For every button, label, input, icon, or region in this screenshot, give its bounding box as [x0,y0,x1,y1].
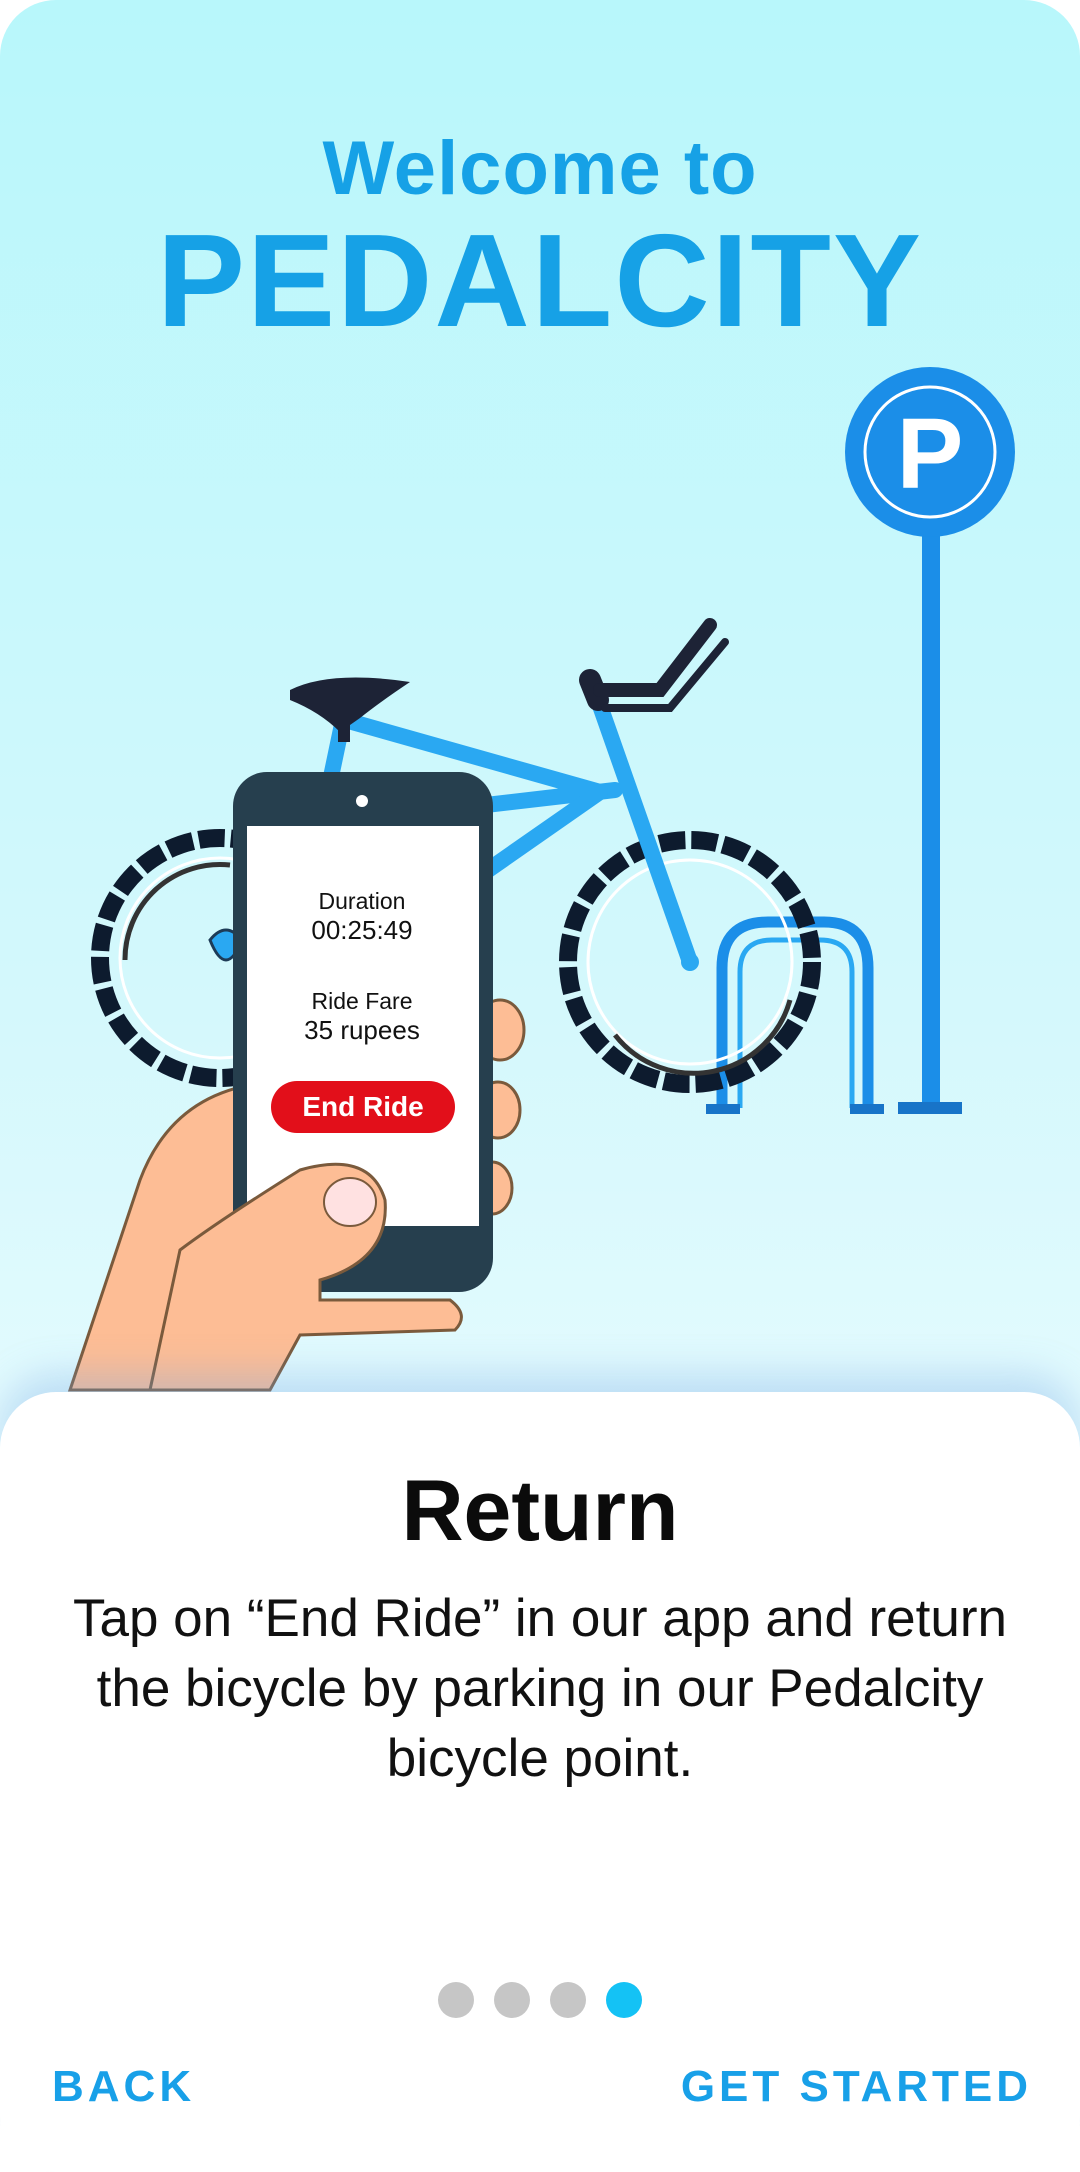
parking-sign-letter: P [897,398,964,510]
hero-section: Welcome to PEDALCITY P Duration 00:25:49… [0,0,1080,1400]
page-dot-1[interactable] [438,1982,474,2018]
page-dot-4-active[interactable] [606,1982,642,2018]
fare-label: Ride Fare [311,988,413,1014]
bike-handlebar [579,618,729,712]
back-button[interactable]: BACK [52,2062,195,2112]
fare-value: 35 rupees [304,1015,420,1045]
step-title: Return [401,1463,679,1559]
step-description: Tap on “End Ride” in our app and return … [73,1589,1007,1788]
duration-value: 00:25:49 [311,915,413,945]
end-ride-illustration-button: End Ride [271,1081,455,1133]
page-dot-3[interactable] [550,1982,586,2018]
duration-label: Duration [318,888,406,914]
get-started-button[interactable]: GET STARTED [681,2062,1032,2112]
fare-block: Ride Fare 35 rupees [242,988,482,1046]
onboarding-screen: Welcome to PEDALCITY P Duration 00:25:49… [0,0,1080,2172]
page-dot-2[interactable] [494,1982,530,2018]
duration-block: Duration 00:25:49 [242,888,482,946]
onboarding-card: Return Tap on “End Ride” in our app and … [0,1392,1080,2172]
return-bicycle-illustration: P [67,367,1015,1392]
page-indicator [0,1982,1080,2018]
